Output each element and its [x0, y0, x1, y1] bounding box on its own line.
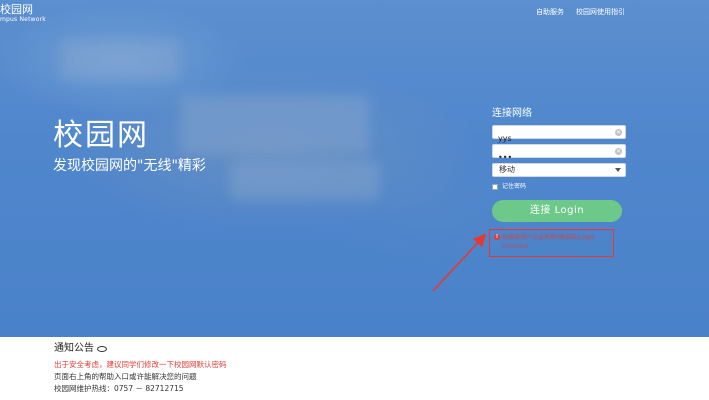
notice-header: 通知公告 [54, 342, 227, 355]
error-message-box: ! 运营商用户认证失败(错误码)Login incorrect [489, 229, 614, 257]
notice-item: 页面右上角的帮助入口或许能解决您的问题 [54, 372, 197, 381]
carrier-select[interactable]: 移动 [492, 163, 626, 177]
notice-section: 通知公告 出于安全考虑，建议同学们修改一下校园网默认密码 页面右上角的帮助入口或… [54, 342, 227, 395]
username-field[interactable]: ✕ [492, 125, 626, 145]
hero-title: 校园网 [53, 118, 149, 153]
error-icon: ! [494, 234, 500, 240]
carrier-selected-value: 移动 [499, 165, 515, 174]
usage-guide-link[interactable]: 校园网使用指引 [576, 7, 625, 17]
background-blur [230, 160, 380, 200]
remember-checkbox[interactable] [492, 184, 498, 190]
clear-icon[interactable]: ✕ [615, 129, 622, 136]
clear-icon[interactable]: ✕ [615, 148, 622, 155]
password-field[interactable]: ✕ [492, 144, 626, 164]
background-blur [60, 40, 180, 80]
logo[interactable]: 校园网 mpus Network [0, 4, 46, 24]
logo-subtitle: mpus Network [0, 16, 46, 23]
error-message: 运营商用户认证失败(错误码)Login incorrect [502, 234, 595, 250]
notice-item: 校园网维护热线：0757 － 82712715 [54, 384, 184, 393]
speech-bubble-icon [97, 345, 107, 352]
background-blur [180, 95, 370, 155]
chevron-down-icon [615, 168, 621, 172]
login-title: 连接网络 [492, 108, 532, 119]
hero-subtitle: 发现校园网的"无线"精彩 [53, 158, 206, 174]
login-button[interactable]: 连接 Login [492, 200, 622, 222]
login-panel: 连接网络 ✕ ✕ 移动 记住密码 连接 Login [492, 108, 626, 222]
notice-item: 出于安全考虑，建议同学们修改一下校园网默认密码 [54, 360, 227, 369]
remember-label: 记住密码 [502, 183, 527, 190]
logo-title: 校园网 [0, 3, 33, 16]
top-nav: 自助服务 校园网使用指引 [536, 7, 625, 17]
self-service-link[interactable]: 自助服务 [536, 7, 564, 17]
notice-title: 通知公告 [54, 343, 94, 354]
remember-row: 记住密码 [492, 183, 626, 191]
hero-banner: 校园网 mpus Network 自助服务 校园网使用指引 校园网 发现校园网的… [0, 0, 709, 337]
